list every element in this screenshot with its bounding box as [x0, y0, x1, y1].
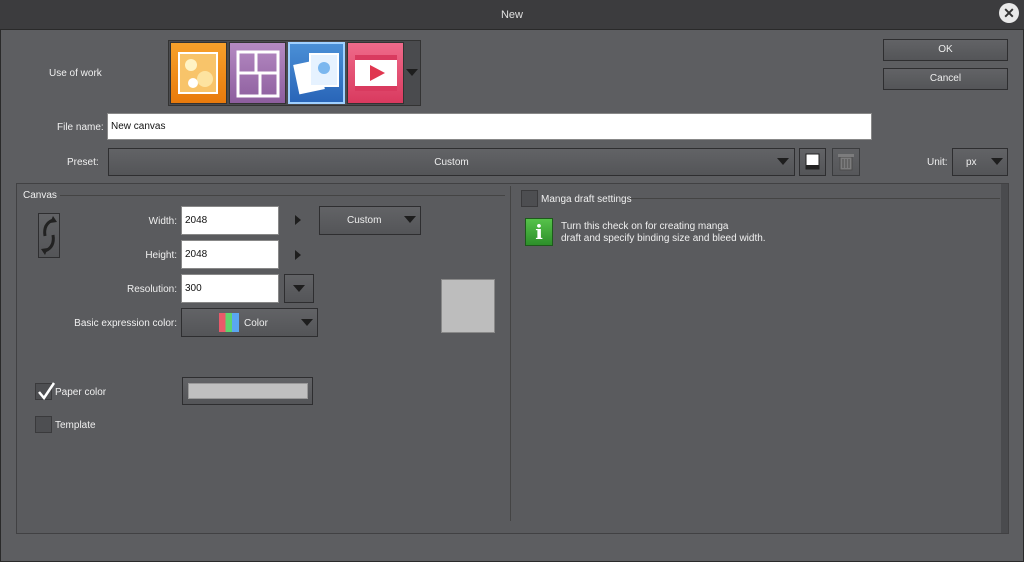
height-input[interactable]: [181, 240, 279, 269]
paper-color-checkbox[interactable]: [35, 382, 56, 401]
chevron-down-icon: [777, 158, 789, 165]
animation-icon[interactable]: [347, 42, 404, 104]
all-purpose-icon[interactable]: [288, 42, 345, 104]
trash-icon: [838, 154, 854, 171]
unit-label: Unit:: [927, 157, 948, 168]
comic-icon[interactable]: [229, 42, 286, 104]
manga-draft-label: Manga draft settings: [541, 194, 632, 205]
manga-draft-checkbox[interactable]: [521, 190, 538, 207]
width-input[interactable]: [181, 206, 279, 235]
save-preset-button[interactable]: [799, 148, 826, 176]
height-label: Height:: [145, 250, 177, 261]
resolution-chevron-icon: [293, 285, 305, 292]
size-preset-value: Custom: [347, 215, 382, 226]
paper-color-swatch: [188, 383, 308, 399]
use-of-work-label: Use of work: [49, 68, 102, 79]
resolution-label: Resolution:: [126, 284, 177, 295]
unit-value: px: [966, 157, 977, 168]
settings-panel: [16, 183, 1009, 534]
checkmark-icon: [38, 382, 56, 401]
close-icon[interactable]: ✕: [999, 3, 1019, 23]
delete-preset-button[interactable]: [832, 148, 860, 176]
use-of-work-dropdown-icon[interactable]: [406, 69, 418, 76]
paper-color-button[interactable]: [182, 377, 313, 405]
color-mode-icon: [219, 313, 239, 332]
canvas-preview: [441, 279, 495, 333]
swap-dimensions-button[interactable]: [38, 213, 60, 258]
template-checkbox[interactable]: [35, 416, 52, 433]
template-label: Template: [55, 420, 96, 431]
expression-color-value: Color: [244, 318, 268, 329]
scrollbar[interactable]: [1001, 184, 1008, 533]
paper-color-label: Paper color: [55, 387, 107, 398]
panel-divider: [510, 186, 511, 521]
size-preset-chevron-icon: [404, 216, 416, 223]
cancel-button[interactable]: Cancel: [883, 68, 1008, 90]
save-preset-icon: [805, 153, 820, 170]
manga-info-line2: draft and specify binding size and bleed…: [561, 233, 766, 244]
expression-color-chevron-icon: [301, 319, 313, 326]
manga-info-line1: Turn this check on for creating manga: [561, 221, 729, 232]
manga-title-rule: [630, 198, 1000, 199]
preset-value: Custom: [434, 157, 469, 168]
expression-color-label: Basic expression color:: [74, 318, 177, 329]
info-icon: i: [525, 218, 553, 246]
ok-button[interactable]: OK: [883, 39, 1008, 61]
illustration-icon[interactable]: [170, 42, 227, 104]
file-name-label: File name:: [57, 122, 104, 133]
width-label: Width:: [148, 216, 177, 227]
width-increment-icon[interactable]: [295, 215, 301, 225]
file-name-input[interactable]: [107, 113, 872, 140]
resolution-input[interactable]: [181, 274, 279, 303]
preset-label: Preset:: [67, 157, 99, 168]
rotate-icon: [41, 216, 57, 255]
dialog-title: New: [500, 9, 523, 21]
canvas-group-title: Canvas: [23, 190, 57, 201]
height-increment-icon[interactable]: [295, 250, 301, 260]
preset-dropdown[interactable]: Custom: [108, 148, 795, 176]
unit-chevron-icon: [991, 158, 1003, 165]
canvas-title-rule: [60, 195, 505, 196]
